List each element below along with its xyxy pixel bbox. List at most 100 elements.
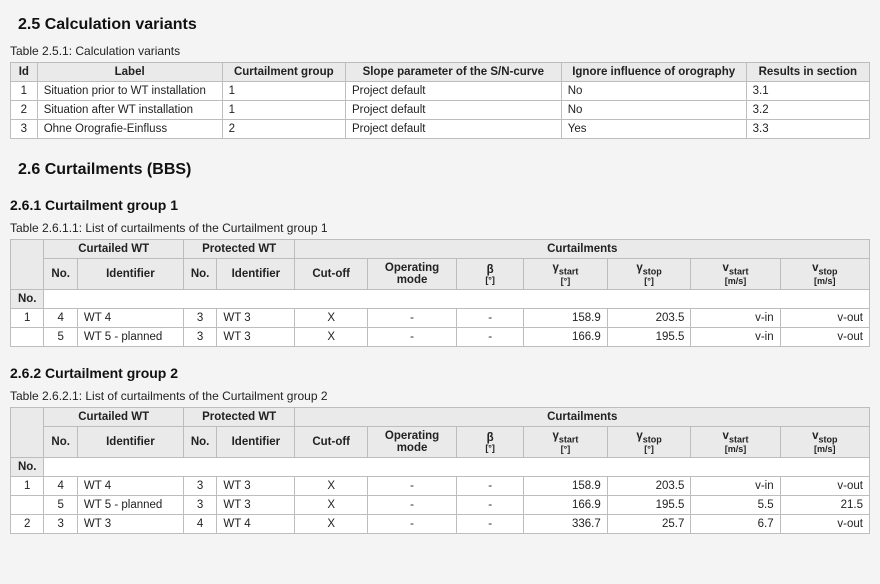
cell-c-id: WT 4: [77, 309, 183, 328]
cell-beta: -: [457, 515, 524, 534]
section-2-5-heading: 2.5 Calculation variants: [18, 16, 870, 34]
table-row: 5 WT 5 - planned 3 WT 3 X - - 166.9 195.…: [11, 496, 870, 515]
table-header-row-3: No.: [11, 290, 870, 309]
cell-label: Ohne Orografie-Einfluss: [37, 120, 222, 139]
cell-slope: Project default: [345, 101, 561, 120]
col-slope: Slope parameter of the S/N-curve: [345, 63, 561, 82]
col-beta: β[°]: [457, 259, 524, 290]
cell-group: 1: [222, 101, 345, 120]
col-curtailed-wt: Curtailed WT: [44, 408, 183, 427]
cell-group: 1: [222, 82, 345, 101]
col-c-no: No.: [44, 427, 77, 458]
cell-gstop: 195.5: [607, 496, 691, 515]
table-header-row-1: Curtailed WT Protected WT Curtailments: [11, 408, 870, 427]
cell-p-no: 3: [183, 328, 216, 347]
section-2-6-1-heading: 2.6.1 Curtailment group 1: [10, 197, 870, 213]
table-header-row-2: No. Identifier No. Identifier Cut-off Op…: [11, 259, 870, 290]
cell-p-id: WT 3: [217, 309, 295, 328]
cell-row-no: [11, 496, 44, 515]
cell-vstop: v-out: [780, 477, 869, 496]
table-row: 1 4 WT 4 3 WT 3 X - - 158.9 203.5 v-in v…: [11, 477, 870, 496]
table-2-6-2-1-caption: Table 2.6.2.1: List of curtailments of t…: [10, 389, 870, 403]
col-cutoff: Cut-off: [295, 259, 368, 290]
col-p-id: Identifier: [217, 427, 295, 458]
col-p-no: No.: [183, 259, 216, 290]
col-results: Results in section: [746, 63, 869, 82]
col-row-no: No.: [11, 458, 44, 477]
col-protected-wt: Protected WT: [183, 408, 295, 427]
col-gstop: γstop[°]: [607, 259, 691, 290]
cell-gstop: 25.7: [607, 515, 691, 534]
cell-p-id: WT 3: [217, 328, 295, 347]
cell-p-no: 3: [183, 496, 216, 515]
col-p-id: Identifier: [217, 259, 295, 290]
cell-cutoff: X: [295, 477, 368, 496]
cell-c-id: WT 5 - planned: [77, 496, 183, 515]
col-id: Id: [11, 63, 38, 82]
cell-p-id: WT 4: [217, 515, 295, 534]
cell-vstop: v-out: [780, 309, 869, 328]
col-ignore-orography: Ignore influence of orography: [561, 63, 746, 82]
cell-vstart: v-in: [691, 309, 780, 328]
cell-beta: -: [457, 328, 524, 347]
col-gstop: γstop[°]: [607, 427, 691, 458]
cell-slope: Project default: [345, 82, 561, 101]
col-c-no: No.: [44, 259, 77, 290]
cell-id: 1: [11, 82, 38, 101]
cell-group: 2: [222, 120, 345, 139]
cell-label: Situation prior to WT installation: [37, 82, 222, 101]
cell-vstop: 21.5: [780, 496, 869, 515]
cell-opmode: -: [367, 477, 456, 496]
cell-p-id: WT 3: [217, 496, 295, 515]
col-label: Label: [37, 63, 222, 82]
cell-cutoff: X: [295, 496, 368, 515]
col-vstart: vstart[m/s]: [691, 259, 780, 290]
cell-vstart: v-in: [691, 477, 780, 496]
col-curtailed-wt: Curtailed WT: [44, 240, 183, 259]
cell-opmode: -: [367, 496, 456, 515]
table-curtailment-group-2: Curtailed WT Protected WT Curtailments N…: [10, 407, 870, 534]
cell-p-no: 4: [183, 515, 216, 534]
col-c-id: Identifier: [77, 427, 183, 458]
cell-row-no: 1: [11, 477, 44, 496]
cell-label: Situation after WT installation: [37, 101, 222, 120]
spacer: [44, 458, 870, 477]
cell-c-id: WT 4: [77, 477, 183, 496]
col-blank: [11, 240, 44, 290]
cell-gstart: 158.9: [524, 309, 608, 328]
cell-p-no: 3: [183, 309, 216, 328]
table-row: 1 4 WT 4 3 WT 3 X - - 158.9 203.5 v-in v…: [11, 309, 870, 328]
cell-vstart: 6.7: [691, 515, 780, 534]
cell-gstart: 158.9: [524, 477, 608, 496]
cell-cutoff: X: [295, 515, 368, 534]
cell-results: 3.1: [746, 82, 869, 101]
table-header-row-1: Curtailed WT Protected WT Curtailments: [11, 240, 870, 259]
document-page: 2.5 Calculation variants Table 2.5.1: Ca…: [0, 0, 880, 554]
col-gstart: γstart[°]: [524, 427, 608, 458]
col-opmode: Operating mode: [367, 427, 456, 458]
cell-beta: -: [457, 496, 524, 515]
table-2-6-1-1-caption: Table 2.6.1.1: List of curtailments of t…: [10, 221, 870, 235]
table-row: 5 WT 5 - planned 3 WT 3 X - - 166.9 195.…: [11, 328, 870, 347]
cell-opmode: -: [367, 309, 456, 328]
cell-gstop: 203.5: [607, 309, 691, 328]
cell-ignore: No: [561, 101, 746, 120]
section-2-6-2-heading: 2.6.2 Curtailment group 2: [10, 365, 870, 381]
cell-results: 3.3: [746, 120, 869, 139]
cell-gstop: 195.5: [607, 328, 691, 347]
col-vstop: vstop[m/s]: [780, 427, 869, 458]
table-header-row-2: No. Identifier No. Identifier Cut-off Op…: [11, 427, 870, 458]
cell-vstop: v-out: [780, 515, 869, 534]
cell-c-no: 4: [44, 309, 77, 328]
col-curtailments: Curtailments: [295, 240, 870, 259]
cell-id: 3: [11, 120, 38, 139]
col-protected-wt: Protected WT: [183, 240, 295, 259]
cell-results: 3.2: [746, 101, 869, 120]
table-row: 3 Ohne Orografie-Einfluss 2 Project defa…: [11, 120, 870, 139]
cell-c-no: 3: [44, 515, 77, 534]
cell-slope: Project default: [345, 120, 561, 139]
cell-p-no: 3: [183, 477, 216, 496]
cell-cutoff: X: [295, 309, 368, 328]
cell-beta: -: [457, 309, 524, 328]
cell-vstart: v-in: [691, 328, 780, 347]
